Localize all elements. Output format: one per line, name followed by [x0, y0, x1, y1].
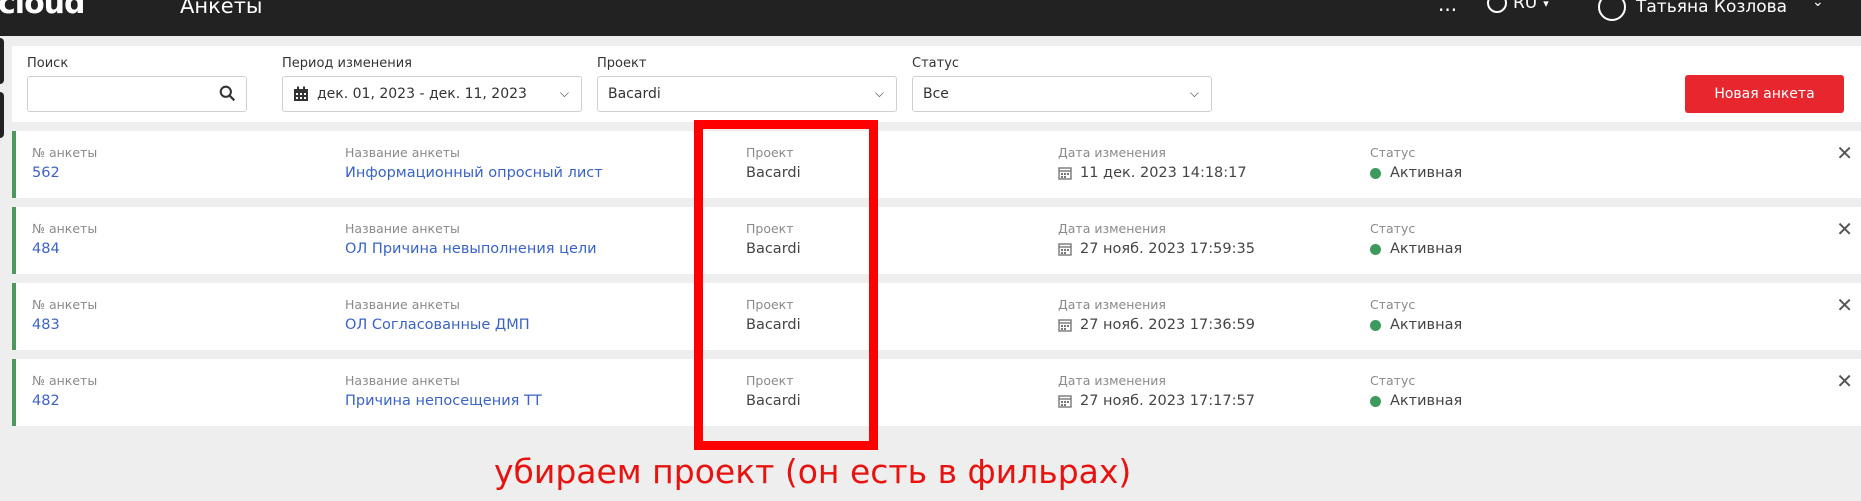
- period-value: дек. 01, 2023 - дек. 11, 2023: [317, 86, 527, 102]
- calendar-icon: [1058, 319, 1072, 332]
- table-row[interactable]: № анкеты 484 Название анкеты ОЛ Причина не…: [12, 207, 1861, 274]
- close-icon[interactable]: ✕: [1836, 293, 1853, 317]
- side-panel-tab[interactable]: [0, 92, 4, 138]
- user-avatar-icon: [1598, 0, 1626, 21]
- date-label: Дата изменения: [1058, 297, 1166, 312]
- name-label: Название анкеты: [345, 145, 460, 160]
- status-label: Статус: [1370, 221, 1416, 236]
- status-label: Статус: [1370, 373, 1416, 388]
- survey-number-link[interactable]: 562: [32, 165, 97, 181]
- status-dot-icon: [1370, 395, 1381, 407]
- annotation-note: убираем проект (он есть в фильрах): [494, 452, 1132, 491]
- number-label: № анкеты: [32, 221, 98, 236]
- filter-panel: Поиск Период изменения дек. 01, 2023 - д…: [12, 46, 1861, 122]
- survey-number-link[interactable]: 484: [32, 241, 97, 257]
- chevron-down-icon[interactable]: ⌄: [1812, 0, 1824, 10]
- date-label: Дата изменения: [1058, 221, 1166, 236]
- language-switcher[interactable]: RU ▾: [1487, 0, 1549, 13]
- number-label: № анкеты: [32, 145, 98, 160]
- survey-name-link[interactable]: ОЛ Причина невыполнения цели: [345, 241, 597, 257]
- table-row[interactable]: № анкеты 562 Название анкеты Информационны…: [12, 131, 1861, 198]
- status-filter-label: Статус: [912, 56, 960, 71]
- annotation-highlight-box: [694, 120, 878, 450]
- chevron-down-icon: ▾: [1543, 0, 1549, 10]
- period-date-picker[interactable]: дек. 01, 2023 - дек. 11, 2023 ⌵: [282, 76, 582, 112]
- close-icon[interactable]: ✕: [1836, 141, 1853, 165]
- status-value: Активная: [1390, 317, 1463, 333]
- calendar-icon: [1058, 167, 1072, 180]
- search-label: Поиск: [27, 56, 69, 71]
- date-value: 11 дек. 2023 14:18:17: [1080, 165, 1247, 181]
- status-dot-icon: [1370, 243, 1381, 255]
- status-select[interactable]: Все ⌵: [912, 76, 1212, 112]
- survey-name-link[interactable]: Информационный опросный лист: [345, 165, 603, 181]
- status-value: Активная: [1390, 165, 1463, 181]
- globe-icon: [1487, 0, 1507, 13]
- close-icon[interactable]: ✕: [1836, 217, 1853, 241]
- search-input[interactable]: [27, 76, 247, 112]
- user-name: Татьяна Козлова: [1636, 0, 1788, 17]
- close-icon[interactable]: ✕: [1836, 369, 1853, 393]
- survey-name-link[interactable]: Причина непосещения ТТ: [345, 393, 542, 409]
- table-row[interactable]: № анкеты 483 Название анкеты ОЛ Согласован…: [12, 283, 1861, 350]
- project-select-value: Bacardi: [608, 86, 661, 102]
- app-logo[interactable]: cloud: [0, 0, 86, 21]
- status-dot-icon: [1370, 319, 1381, 331]
- name-label: Название анкеты: [345, 221, 460, 236]
- calendar-icon: [1058, 243, 1072, 256]
- calendar-icon: [294, 86, 308, 101]
- project-filter-label: Проект: [597, 56, 647, 71]
- status-label: Статус: [1370, 297, 1416, 312]
- more-menu-button[interactable]: ...: [1438, 0, 1457, 16]
- number-label: № анкеты: [32, 373, 98, 388]
- period-label: Период изменения: [282, 56, 412, 71]
- project-select[interactable]: Bacardi ⌵: [597, 76, 897, 112]
- date-label: Дата изменения: [1058, 373, 1166, 388]
- date-value: 27 нояб. 2023 17:36:59: [1080, 317, 1255, 333]
- chevron-down-icon: ⌵: [874, 86, 884, 100]
- status-label: Статус: [1370, 145, 1416, 160]
- status-value: Активная: [1390, 241, 1463, 257]
- survey-number-link[interactable]: 483: [32, 317, 97, 333]
- name-label: Название анкеты: [345, 373, 460, 388]
- calendar-icon: [1058, 395, 1072, 408]
- survey-number-link[interactable]: 482: [32, 393, 97, 409]
- language-label: RU: [1513, 0, 1538, 13]
- number-label: № анкеты: [32, 297, 98, 312]
- status-value: Активная: [1390, 393, 1463, 409]
- date-value: 27 нояб. 2023 17:17:57: [1080, 393, 1255, 409]
- chevron-down-icon: ⌵: [559, 86, 569, 100]
- user-menu[interactable]: Татьяна Козлова: [1598, 0, 1787, 21]
- page-title: Анкеты: [180, 0, 263, 18]
- side-panel-tab[interactable]: [0, 38, 4, 84]
- status-dot-icon: [1370, 167, 1381, 179]
- new-survey-button[interactable]: Новая анкета: [1685, 75, 1844, 113]
- date-value: 27 нояб. 2023 17:59:35: [1080, 241, 1255, 257]
- survey-name-link[interactable]: ОЛ Согласованные ДМП: [345, 317, 530, 333]
- top-bar: cloud Анкеты ... RU ▾ Татьяна Козлова ⌄: [0, 0, 1861, 36]
- search-icon[interactable]: [219, 85, 236, 102]
- name-label: Название анкеты: [345, 297, 460, 312]
- status-select-value: Все: [923, 86, 949, 102]
- date-label: Дата изменения: [1058, 145, 1166, 160]
- chevron-down-icon: ⌵: [1189, 86, 1199, 100]
- table-row[interactable]: № анкеты 482 Название анкеты Причина непос…: [12, 359, 1861, 426]
